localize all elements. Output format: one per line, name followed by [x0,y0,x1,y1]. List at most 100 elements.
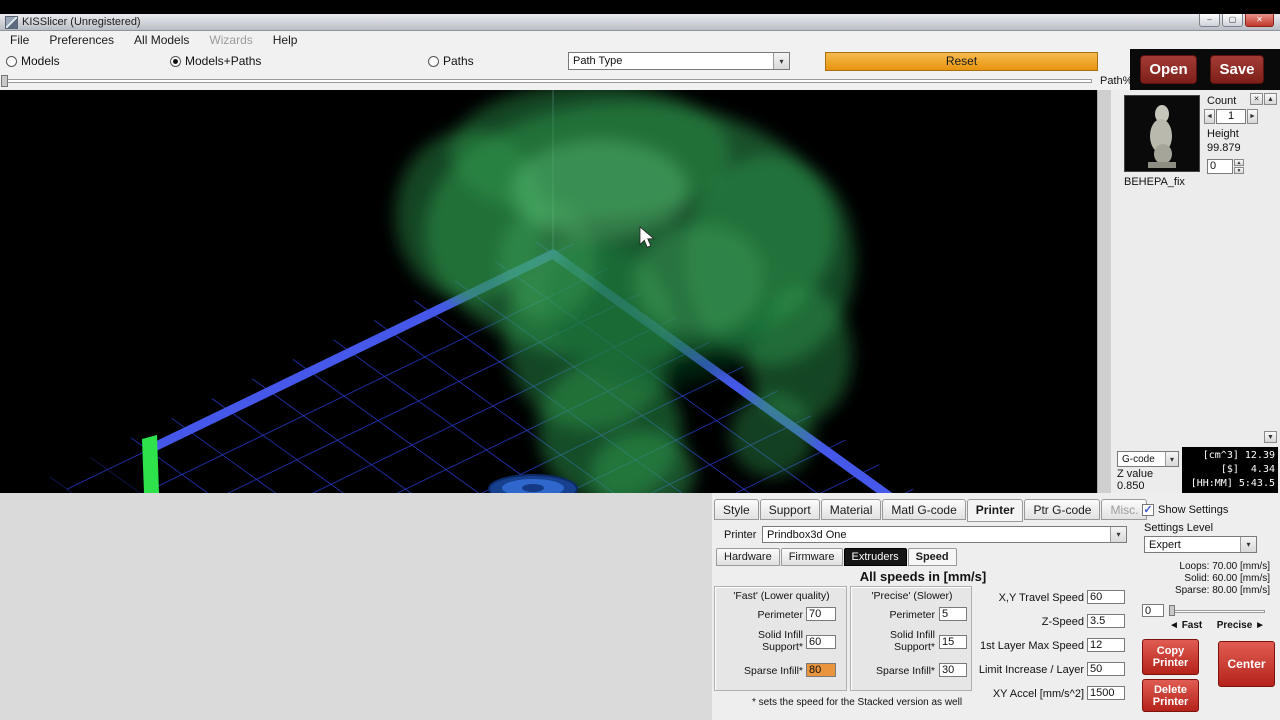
viewport-scrollbar[interactable] [1097,90,1111,493]
model-thumbnail[interactable] [1124,95,1200,172]
subtab-extruders[interactable]: Extruders [843,548,907,566]
radio-models-paths[interactable]: Models+Paths [170,54,261,68]
scroll-down-icon[interactable]: ▼ [1264,431,1277,443]
stat-volume: [cm^3] 12.39 [1202,450,1275,461]
fast-solid-infill-label: Solid Infill Support* [758,629,803,653]
subtab-hardware[interactable]: Hardware [716,548,780,566]
menu-bar: File Preferences All Models Wizards Help [0,31,1280,49]
window-controls: – ▢ ✕ [1199,14,1274,27]
center-button[interactable]: Center [1218,641,1275,687]
gcode-dropdown-arrow[interactable]: ▾ [1165,452,1178,466]
speed-panel-header: All speeds in [mm/s] [859,569,987,584]
menu-all-models[interactable]: All Models [124,31,199,49]
minimize-button[interactable]: – [1199,14,1220,27]
z-value-label: Z value [1117,468,1154,480]
loops-speed: Loops: 70.00 [mm/s] [1179,561,1270,572]
tab-misc[interactable]: Misc. [1101,499,1148,520]
fast-speed-group: 'Fast' (Lower quality) Perimeter Solid I… [714,586,847,691]
z-value: 0.850 [1117,480,1145,492]
settings-level-dropdown-arrow[interactable]: ▾ [1240,537,1256,552]
fast-solid-infill-field[interactable] [806,635,836,649]
radio-paths-dot [428,55,439,67]
radio-paths[interactable]: Paths [428,54,474,68]
path-type-dropdown[interactable]: Path Type ▾ [568,52,790,70]
tab-ptr-gcode[interactable]: Ptr G-code [1024,499,1101,520]
tab-printer[interactable]: Printer [966,499,1024,522]
limit-increase-field[interactable] [1087,662,1125,676]
first-layer-max-speed-label: 1st Layer Max Speed [980,640,1084,652]
path-slider-row: Path% [0,72,1280,90]
quality-slider-field[interactable] [1142,604,1164,617]
radio-models-paths-label: Models+Paths [185,54,262,68]
radio-models[interactable]: Models [6,54,60,68]
current-speeds: Loops: 70.00 [mm/s] Solid: 60.00 [mm/s] … [1012,561,1270,597]
tab-material[interactable]: Material [820,499,882,520]
layer-field[interactable]: 0 [1207,159,1233,174]
precise-solid-infill-label: Solid Infill Support* [890,629,935,653]
height-value: 99.879 [1207,142,1241,154]
solid-speed: Solid: 60.00 [mm/s] [1184,573,1270,584]
panel-close-icon[interactable]: ✕ [1250,93,1263,105]
path-slider[interactable] [2,79,1092,83]
save-button[interactable]: Save [1210,55,1264,84]
speed-footnote: * sets the speed for the Stacked version… [751,697,963,708]
fast-direction-label: ◄ Fast [1169,620,1202,631]
app-icon [5,16,18,29]
fast-sparse-infill-field[interactable] [806,663,836,677]
close-button[interactable]: ✕ [1245,14,1274,27]
path-type-dropdown-arrow[interactable]: ▾ [773,53,789,69]
menu-help[interactable]: Help [263,31,308,49]
model-silhouette [395,90,855,493]
scroll-up-icon[interactable]: ▲ [1264,93,1277,105]
model-name-label: BEHEPA_fix [1124,176,1185,188]
z-speed-field[interactable] [1087,614,1125,628]
gcode-dropdown-value: G-code [1122,453,1155,465]
settings-panel: Style Support Material Matl G-code Printer Pt… [712,493,1280,720]
first-layer-max-speed-field[interactable] [1087,638,1125,652]
maximize-button[interactable]: ▢ [1222,14,1243,27]
quality-slider-thumb[interactable] [1169,605,1175,616]
settings-level-label: Settings Level [1144,522,1214,534]
reset-button[interactable]: Reset [825,52,1098,71]
fast-perimeter-field[interactable] [806,607,836,621]
printer-dropdown-arrow[interactable]: ▾ [1110,527,1126,542]
settings-level-dropdown[interactable]: Expert ▾ [1144,536,1257,553]
limit-increase-label: Limit Increase / Layer [978,664,1084,676]
title-bar[interactable]: KISSlicer (Unregistered) – ▢ ✕ [0,14,1280,31]
tab-matl-gcode[interactable]: Matl G-code [882,499,966,520]
tab-style[interactable]: Style [714,499,759,520]
xy-accel-field[interactable] [1087,686,1125,700]
layer-spinner: ▲ ▼ [1234,159,1244,174]
settings-tabs: Style Support Material Matl G-code Printer Pt… [714,499,1148,522]
subtab-speed[interactable]: Speed [907,548,957,566]
bed-corner-marker [142,435,159,493]
height-label: Height [1207,128,1239,140]
show-settings-checkbox[interactable]: ✓ Show Settings [1142,504,1228,516]
count-increment-icon[interactable]: ► [1247,109,1258,124]
printer-dropdown[interactable]: Prindbox3d One ▾ [762,526,1127,543]
radio-models-paths-dot [170,55,181,67]
tab-support[interactable]: Support [759,499,820,520]
path-slider-thumb[interactable] [1,75,8,87]
z-speed-label: Z-Speed [1041,616,1084,628]
layer-down-icon[interactable]: ▼ [1234,167,1244,174]
layer-up-icon[interactable]: ▲ [1234,159,1244,166]
precise-direction-text: Precise [1216,620,1253,631]
gcode-dropdown[interactable]: G-code ▾ [1117,451,1179,467]
menu-preferences[interactable]: Preferences [39,31,124,49]
open-button[interactable]: Open [1140,55,1197,84]
viewport-3d[interactable] [0,90,1097,493]
delete-printer-button[interactable]: Delete Printer [1142,679,1199,712]
show-settings-label: Show Settings [1158,504,1229,516]
count-decrement-icon[interactable]: ◄ [1204,109,1215,124]
fast-arrow-icon: ◄ [1169,620,1179,631]
viewport-canvas [49,90,914,493]
count-field[interactable]: 1 [1216,109,1246,124]
menu-file[interactable]: File [0,31,39,49]
quality-slider[interactable] [1169,610,1265,613]
fast-direction-text: Fast [1181,620,1203,631]
minimize-icon: – [1207,15,1212,24]
subtab-firmware[interactable]: Firmware [780,548,843,566]
copy-printer-button[interactable]: Copy Printer [1142,639,1199,675]
precise-arrow-icon: ► [1255,620,1265,631]
